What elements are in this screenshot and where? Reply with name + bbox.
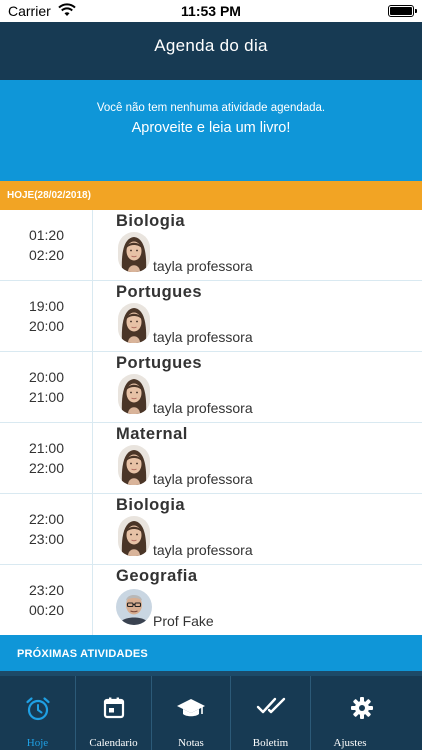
tab-label: Ajustes [333,737,367,749]
event-subject: Portugues [116,354,203,372]
alarm-clock-icon [25,697,50,721]
teacher-name: tayla professora [153,471,253,487]
teacher-avatar [118,516,150,556]
event-start-time: 01:20 [28,227,65,243]
event-end-time: 23:00 [28,531,65,547]
date-label: HOJE(28/02/2018) [7,190,91,201]
tab-notas[interactable]: Notas [151,676,230,750]
teacher-avatar [118,445,150,485]
tab-label: Boletim [252,737,289,749]
event-subject: Biologia [116,212,186,230]
tab-label: Notas [178,737,204,749]
tab-label: Calendario [89,737,138,749]
teacher-name: tayla professora [153,258,253,274]
event-start-time: 20:00 [28,369,65,385]
double-check-icon [256,697,285,714]
calendar-icon [103,697,124,719]
banner-message: Você não tem nenhuma atividade agendada. [96,102,326,114]
tab-hoje[interactable]: Hoje [0,676,75,750]
event-time-range: 01:20 02:20 [0,210,93,280]
event-time-range: 20:00 21:00 [0,352,93,422]
event-subject: Biologia [116,496,186,514]
event-row[interactable]: 19:00 20:00 Portugues tayla professora [0,281,422,352]
tab-calendario[interactable]: Calendario [75,676,151,750]
event-end-time: 22:00 [28,460,65,476]
app-header: Agenda do dia [0,22,422,80]
event-start-time: 19:00 [28,298,65,314]
teacher-avatar [116,589,152,625]
tab-boletim[interactable]: Boletim [230,676,310,750]
gear-icon [351,697,373,719]
teacher-name: tayla professora [153,542,253,558]
event-row[interactable]: 01:20 02:20 Biologia tayla professora [0,210,422,281]
event-row[interactable]: 23:20 00:20 Geografia Prof Fake [0,565,422,636]
event-end-time: 21:00 [28,389,65,405]
event-list: 01:20 02:20 Biologia tayla professora 19… [0,210,422,636]
event-end-time: 00:20 [28,602,65,618]
event-row[interactable]: 22:00 23:00 Biologia tayla professora [0,494,422,565]
event-end-time: 20:00 [28,318,65,334]
event-start-time: 22:00 [28,511,65,527]
status-bar: Carrier 11:53 PM [0,0,422,22]
page-title: Agenda do dia [154,36,268,55]
banner-suggestion: Aproveite e leia um livro! [131,120,291,136]
event-subject: Maternal [116,425,188,443]
event-start-time: 23:20 [28,582,65,598]
battery-icon [388,5,417,17]
teacher-name: tayla professora [153,400,253,416]
no-activity-banner: Você não tem nenhuma atividade agendada.… [0,80,422,181]
event-subject: Portugues [116,283,203,301]
event-row[interactable]: 20:00 21:00 Portugues tayla professora [0,352,422,423]
upcoming-activities-header[interactable]: PRÓXIMAS ATIVIDADES [0,635,422,671]
graduation-cap-icon [177,699,205,717]
event-end-time: 02:20 [28,247,65,263]
tab-label: Hoje [26,737,49,749]
event-time-range: 21:00 22:00 [0,423,93,493]
teacher-avatar [118,232,150,272]
event-time-range: 19:00 20:00 [0,281,93,351]
teacher-name: Prof Fake [153,613,214,629]
teacher-avatar [118,374,150,414]
teacher-avatar [118,303,150,343]
date-header: HOJE(28/02/2018) [0,181,422,210]
upcoming-label: PRÓXIMAS ATIVIDADES [17,648,148,660]
event-time-range: 23:20 00:20 [0,565,93,635]
teacher-name: tayla professora [153,329,253,345]
event-row[interactable]: 21:00 22:00 Maternal tayla professora [0,423,422,494]
event-time-range: 22:00 23:00 [0,494,93,564]
tab-ajustes[interactable]: Ajustes [310,676,422,750]
status-time: 11:53 PM [181,3,241,19]
event-subject: Geografia [116,567,198,585]
tab-bar: Hoje Calendario Notas Boletim Ajustes [0,671,422,750]
event-start-time: 21:00 [28,440,65,456]
